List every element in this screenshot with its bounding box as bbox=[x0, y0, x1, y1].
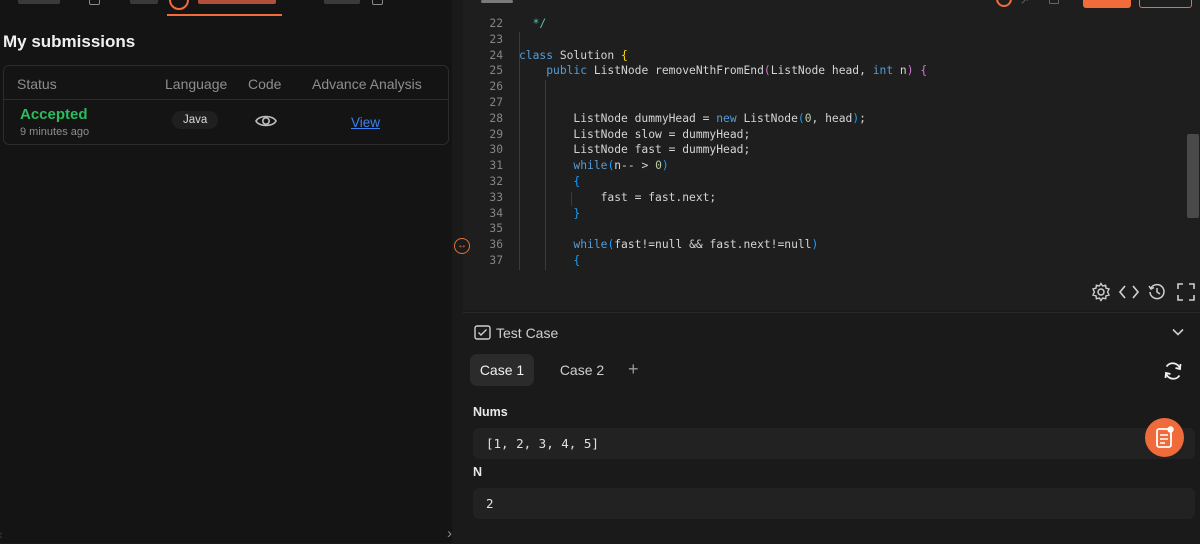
code-line[interactable]: fast = fast.next; bbox=[519, 190, 717, 206]
checklist-icon bbox=[474, 325, 491, 345]
editor-toolbar bbox=[463, 270, 1200, 310]
editor-scrollbar[interactable] bbox=[1187, 134, 1199, 218]
line-number: 24 bbox=[489, 48, 503, 62]
document-icon[interactable] bbox=[89, 0, 100, 5]
line-number: 29 bbox=[489, 127, 503, 141]
code-line[interactable]: public ListNode removeNthFromEnd(ListNod… bbox=[519, 63, 927, 79]
n-input[interactable]: 2 bbox=[473, 488, 1195, 519]
code-line[interactable]: } bbox=[519, 206, 580, 222]
column-header-code: Code bbox=[248, 76, 282, 92]
line-number: 33 bbox=[489, 190, 503, 204]
submit-button[interactable] bbox=[1083, 0, 1131, 8]
language-chip: Java bbox=[172, 111, 219, 129]
code-line[interactable]: { bbox=[519, 174, 580, 190]
test-case-panel: Test Case Case 1 Case 2 + Nums [1, 2, 3,… bbox=[463, 312, 1200, 544]
submissions-pane: My submissions Status Language Code Adva… bbox=[0, 0, 452, 543]
line-number: 37 bbox=[489, 254, 503, 267]
tab-submissions[interactable] bbox=[198, 0, 276, 4]
scroll-left-arrow[interactable]: ‹ bbox=[0, 526, 3, 542]
line-number: 32 bbox=[489, 175, 503, 188]
line-number: 34 bbox=[489, 206, 503, 220]
n-value[interactable]: 2 bbox=[486, 496, 494, 511]
line-number: 25 bbox=[489, 64, 503, 78]
reset-icon[interactable] bbox=[1162, 360, 1184, 387]
status-badge[interactable]: Accepted bbox=[20, 106, 88, 123]
view-analysis-link[interactable]: View bbox=[351, 115, 380, 130]
resize-handle-icon[interactable]: ↔ bbox=[454, 238, 470, 254]
test-case-title: Test Case bbox=[496, 325, 559, 341]
line-number: 26 bbox=[489, 80, 503, 94]
code-line[interactable]: */ bbox=[519, 16, 547, 32]
code-editor[interactable]: ↗ 22 */ 23 24 class Solution { 25 public Lis… bbox=[463, 0, 1200, 270]
submissions-tab-icon[interactable] bbox=[169, 0, 189, 10]
column-header-language: Language bbox=[165, 76, 228, 92]
code-line[interactable]: ListNode dummyHead = new ListNode(0, hea… bbox=[519, 111, 866, 127]
code-line[interactable]: ListNode fast = dummyHead; bbox=[519, 142, 750, 158]
code-line[interactable]: ListNode slow = dummyHead; bbox=[519, 127, 750, 143]
code-line[interactable]: class Solution { bbox=[519, 48, 628, 64]
submission-time: 9 minutes ago bbox=[20, 126, 90, 138]
run-button[interactable] bbox=[1139, 0, 1192, 8]
notes-icon bbox=[1156, 426, 1174, 448]
add-case-button[interactable]: + bbox=[628, 359, 639, 380]
notes-fab-button[interactable] bbox=[1145, 418, 1184, 457]
page-title: My submissions bbox=[3, 32, 136, 51]
tab-solutions[interactable] bbox=[130, 0, 158, 4]
code-line[interactable]: while(n-- > 0) bbox=[519, 158, 668, 174]
tab-case-1[interactable]: Case 1 bbox=[470, 354, 534, 386]
input-label-n: N bbox=[473, 465, 483, 479]
problem-tab-strip bbox=[0, 0, 452, 16]
submissions-table: Status Language Code Advance Analysis Ac… bbox=[3, 65, 449, 145]
fullscreen-icon[interactable] bbox=[1176, 282, 1196, 307]
input-label-nums: Nums bbox=[473, 405, 508, 419]
line-number: 28 bbox=[489, 111, 503, 125]
edit-icon[interactable] bbox=[372, 0, 383, 5]
history-icon[interactable] bbox=[1147, 282, 1167, 307]
line-number: 31 bbox=[489, 159, 503, 173]
code-line[interactable]: { bbox=[519, 253, 580, 269]
language-selector[interactable] bbox=[481, 0, 513, 3]
editor-topbar: ↗ bbox=[463, 0, 1200, 9]
tab-case-2[interactable]: Case 2 bbox=[550, 354, 614, 386]
scroll-right-arrow[interactable]: › bbox=[447, 525, 452, 542]
line-number: 23 bbox=[489, 32, 503, 46]
line-number: 22 bbox=[489, 17, 503, 30]
settings-icon[interactable] bbox=[1091, 282, 1111, 307]
copy-icon[interactable] bbox=[1049, 0, 1059, 4]
tab-description[interactable] bbox=[18, 0, 60, 4]
chevron-down-icon[interactable] bbox=[1170, 324, 1186, 345]
code-line[interactable]: while(fast!=null && fast.next!=null) bbox=[519, 237, 818, 253]
table-divider bbox=[4, 99, 448, 100]
tab-notes[interactable] bbox=[324, 0, 360, 4]
nums-value[interactable]: [1, 2, 3, 4, 5] bbox=[486, 436, 599, 451]
column-header-status: Status bbox=[17, 76, 57, 92]
eye-icon[interactable] bbox=[255, 113, 277, 134]
timer-icon[interactable] bbox=[996, 0, 1012, 7]
column-header-advance-analysis: Advance Analysis bbox=[312, 76, 422, 92]
line-number: 27 bbox=[489, 96, 503, 109]
active-tab-indicator bbox=[167, 14, 282, 16]
expand-arrow-icon[interactable]: ↗ bbox=[1020, 0, 1029, 7]
line-number: 35 bbox=[489, 222, 503, 236]
line-number: 30 bbox=[489, 143, 503, 157]
code-icon[interactable] bbox=[1118, 282, 1140, 307]
nums-input[interactable]: [1, 2, 3, 4, 5] bbox=[473, 428, 1195, 459]
